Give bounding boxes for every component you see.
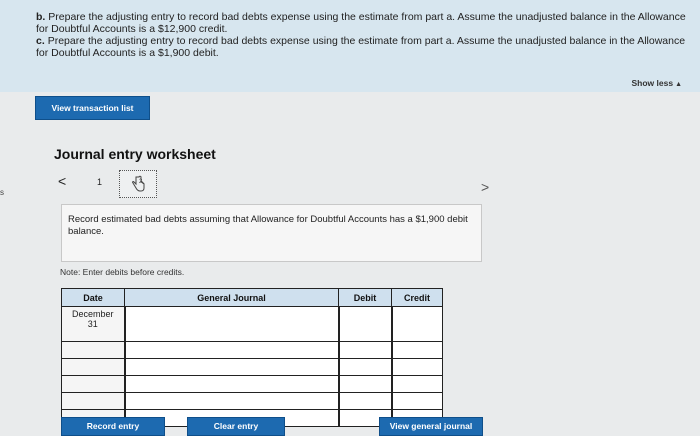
date-value: December 31 xyxy=(71,309,114,329)
date-cell xyxy=(61,375,125,393)
credit-input[interactable] xyxy=(390,375,443,393)
header-date: Date xyxy=(61,288,125,307)
date-cell: December 31 xyxy=(61,306,125,342)
debit-input[interactable] xyxy=(337,375,392,393)
credit-input[interactable] xyxy=(390,358,443,376)
instructions-panel: b. Prepare the adjusting entry to record… xyxy=(0,0,700,92)
worksheet-title: Journal entry worksheet xyxy=(54,146,216,162)
page-number-1[interactable]: 1 xyxy=(97,177,102,187)
date-cell xyxy=(61,341,125,359)
instruction-c-text: Prepare the adjusting entry to record ba… xyxy=(36,35,686,59)
table-row xyxy=(61,358,443,376)
instruction-c-label: c. xyxy=(36,35,45,47)
table-row xyxy=(61,392,443,410)
chevron-right-icon[interactable]: > xyxy=(481,179,489,195)
instruction-b: b. Prepare the adjusting entry to record… xyxy=(36,11,690,35)
account-input[interactable] xyxy=(123,306,339,342)
page-2-tab[interactable]: 2 xyxy=(119,170,157,198)
credit-input[interactable] xyxy=(390,392,443,410)
view-transaction-list-button[interactable]: View transaction list xyxy=(35,96,150,120)
record-entry-button[interactable]: Record entry xyxy=(61,417,165,436)
note-text: Note: Enter debits before credits. xyxy=(60,267,185,277)
instruction-c: c. Prepare the adjusting entry to record… xyxy=(36,35,690,59)
account-input[interactable] xyxy=(123,375,339,393)
journal-table: Date General Journal Debit Credit Decemb… xyxy=(61,288,443,427)
view-general-journal-button[interactable]: View general journal xyxy=(379,417,483,436)
instruction-b-text: Prepare the adjusting entry to record ba… xyxy=(36,11,686,35)
hand-pointer-icon: 2 xyxy=(132,175,145,192)
header-general-journal: General Journal xyxy=(124,288,339,307)
table-row: December 31 xyxy=(61,306,443,342)
instruction-b-label: b. xyxy=(36,11,46,23)
caret-up-icon: ▲ xyxy=(675,81,682,88)
table-row xyxy=(61,341,443,359)
edge-mark: s xyxy=(0,188,4,197)
chevron-left-icon[interactable]: < xyxy=(58,173,66,189)
entry-description: Record estimated bad debts assuming that… xyxy=(61,204,482,262)
account-input[interactable] xyxy=(123,392,339,410)
debit-input[interactable] xyxy=(337,341,392,359)
show-less-label: Show less xyxy=(631,78,674,88)
credit-input[interactable] xyxy=(390,306,443,342)
clear-entry-button[interactable]: Clear entry xyxy=(187,417,285,436)
credit-input[interactable] xyxy=(390,341,443,359)
date-cell xyxy=(61,392,125,410)
debit-input[interactable] xyxy=(337,358,392,376)
account-input[interactable] xyxy=(123,341,339,359)
date-cell xyxy=(61,358,125,376)
debit-input[interactable] xyxy=(337,306,392,342)
header-credit: Credit xyxy=(391,288,443,307)
show-less-link[interactable]: Show less ▲ xyxy=(631,78,682,88)
header-debit: Debit xyxy=(338,288,392,307)
table-row xyxy=(61,375,443,393)
debit-input[interactable] xyxy=(337,392,392,410)
account-input[interactable] xyxy=(123,358,339,376)
